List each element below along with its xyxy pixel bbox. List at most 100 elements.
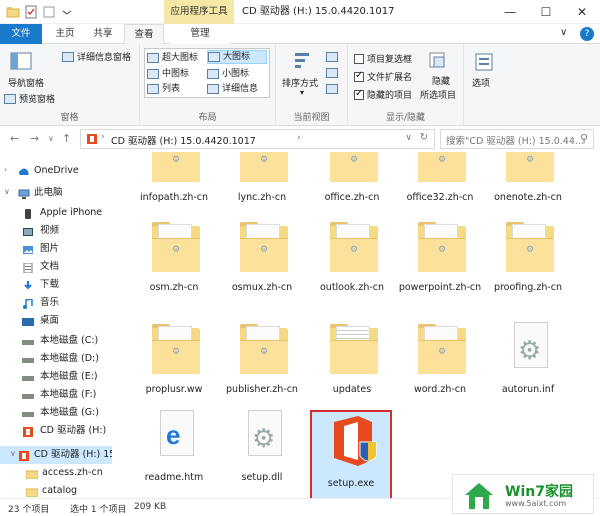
sidebar-item-cd-drive-h[interactable]: CD 驱动器 (H:) <box>0 422 112 440</box>
search-icon[interactable]: ⚲ <box>580 132 588 145</box>
file-item[interactable]: updates <box>308 322 396 416</box>
breadcrumb-end-chevron-icon[interactable]: › <box>297 133 301 143</box>
sidebar-item-disk-c[interactable]: 本地磁盘 (C:) <box>0 332 112 350</box>
size-columns-icon <box>326 84 338 94</box>
nav-pane-button[interactable]: 导航窗格 <box>6 76 46 89</box>
layout-details[interactable]: 详细信息 <box>207 82 267 96</box>
sidebar-item-pictures[interactable]: 图片 <box>0 240 112 258</box>
file-item[interactable]: setup.exe <box>310 410 392 498</box>
details-pane-button[interactable]: 详细信息窗格 <box>62 50 131 63</box>
sort-dropdown-icon[interactable]: ▾ <box>300 88 304 97</box>
file-item[interactable]: ⚙ powerpoint.zh-cn <box>396 220 484 314</box>
file-item[interactable]: ⚙ proofing.zh-cn <box>484 220 572 314</box>
ribbon-tabs: 文件 主页 共享 查看 管理 ∨ ? <box>0 24 600 45</box>
tab-manage[interactable]: 管理 <box>170 24 230 44</box>
options-button[interactable]: 选项 <box>472 76 490 89</box>
sidebar-item-onedrive[interactable]: OneDrive <box>0 162 112 180</box>
details-pane-label: 详细信息窗格 <box>77 53 132 63</box>
ribbon-collapse-icon[interactable]: ∨ <box>560 27 567 38</box>
quick-access-dropdown-icon[interactable] <box>60 5 74 19</box>
refresh-icon[interactable]: ↻ <box>420 132 428 143</box>
maximize-button[interactable]: ☐ <box>528 0 564 24</box>
file-item[interactable]: ⚙ outlook.zh-cn <box>308 220 396 314</box>
tab-view[interactable]: 查看 <box>124 24 164 45</box>
file-item[interactable]: ⚙ office32.zh-cn <box>396 152 484 224</box>
file-item[interactable]: ⚙ onenote.zh-cn <box>484 152 572 224</box>
up-arrow-icon[interactable]: ↑ <box>62 132 71 145</box>
add-columns-icon <box>326 68 338 78</box>
item-checkboxes-checkbox[interactable] <box>354 53 364 64</box>
layout-large[interactable]: 大图标 <box>207 50 267 64</box>
sidebar-item-access-zh-cn[interactable]: access.zh-cn <box>0 464 112 482</box>
hidden-items-checkbox[interactable] <box>354 88 364 100</box>
expand-chevron-icon[interactable]: › <box>4 165 7 174</box>
sidebar-item-disk-e[interactable]: 本地磁盘 (E:) <box>0 368 112 386</box>
sidebar-item-disk-f[interactable]: 本地磁盘 (F:) <box>0 386 112 404</box>
sidebar-item-disk-d[interactable]: 本地磁盘 (D:) <box>0 350 112 368</box>
layout-medium[interactable]: 中图标 <box>147 67 205 81</box>
sidebar-item-documents[interactable]: 文档 <box>0 258 112 276</box>
sidebar-item-disk-g[interactable]: 本地磁盘 (G:) <box>0 404 112 422</box>
file-item[interactable]: ⚙ setup.dll <box>218 410 306 498</box>
house-logo-icon <box>465 483 493 509</box>
file-ext-toggle[interactable]: 文件扩展名 <box>354 70 412 83</box>
watermark-url: www.5aixt.com <box>505 499 567 508</box>
hidden-items-toggle[interactable]: 隐藏的项目 <box>354 88 412 101</box>
cloud-icon <box>18 166 30 176</box>
file-item-label: proplusr.ww <box>145 384 203 395</box>
file-item[interactable]: ⚙ proplusr.ww <box>130 322 218 416</box>
address-dropdown-icon[interactable]: ∨ <box>405 133 412 143</box>
sidebar-item-apple-iphone[interactable]: Apple iPhone <box>0 204 112 222</box>
group-by-button[interactable] <box>326 52 341 62</box>
layout-list[interactable]: 列表 <box>147 82 205 96</box>
sidebar-item-music[interactable]: 音乐 <box>0 294 112 312</box>
file-item[interactable]: ⚙ publisher.zh-cn <box>218 322 306 416</box>
preview-pane-button[interactable]: 预览窗格 <box>4 92 55 105</box>
properties-icon[interactable] <box>24 5 38 19</box>
sort-icon <box>295 53 309 68</box>
drive-icon <box>22 336 34 346</box>
folder-icon: ⚙ <box>236 152 290 188</box>
sidebar-item-videos[interactable]: 视频 <box>0 222 112 240</box>
new-folder-icon[interactable] <box>42 5 56 19</box>
tab-file[interactable]: 文件 <box>0 24 42 44</box>
address-field[interactable]: › CD 驱动器 (H:) 15.0.4420.1017 › ∨ ↻ <box>80 129 435 149</box>
file-item[interactable]: ⚙ lync.zh-cn <box>218 152 306 224</box>
close-button[interactable]: ✕ <box>564 0 600 24</box>
sidebar-item-downloads[interactable]: 下载 <box>0 276 112 294</box>
add-columns-button[interactable] <box>326 68 341 78</box>
file-item[interactable]: ⚙ osm.zh-cn <box>130 220 218 314</box>
layout-small[interactable]: 小图标 <box>207 67 267 81</box>
minimize-button[interactable]: — <box>492 0 528 24</box>
file-item[interactable]: ⚙ autorun.inf <box>484 322 572 416</box>
back-arrow-icon[interactable]: ← <box>10 132 19 145</box>
layout-extra-large[interactable]: 超大图标 <box>147 51 205 65</box>
drive-icon <box>22 408 34 418</box>
expand-chevron-icon[interactable]: ∨ <box>4 187 10 196</box>
group-options: 选项 <box>464 44 504 126</box>
item-checkboxes-label: 项目复选框 <box>367 55 413 65</box>
video-icon <box>22 226 34 236</box>
size-columns-button[interactable] <box>326 84 341 94</box>
tab-share[interactable]: 共享 <box>86 24 120 44</box>
hide-selected-button[interactable]: 隐藏 <box>432 74 450 87</box>
file-item[interactable]: ⚙ office.zh-cn <box>308 152 396 224</box>
file-item[interactable]: ⚙ osmux.zh-cn <box>218 220 306 314</box>
breadcrumb-chevron-icon[interactable]: › <box>101 132 105 142</box>
file-item-label: autorun.inf <box>501 384 555 395</box>
file-item[interactable]: ⚙ infopath.zh-cn <box>130 152 218 224</box>
file-item[interactable]: e readme.htm <box>130 410 218 498</box>
item-checkboxes-toggle[interactable]: 项目复选框 <box>354 52 412 65</box>
search-input[interactable]: 搜索"CD 驱动器 (H:) 15.0.44... <box>440 129 594 149</box>
sidebar-item-desktop[interactable]: 桌面 <box>0 312 112 330</box>
sidebar-item-cd-drive-h-current[interactable]: CD 驱动器 (H:) 15 <box>0 446 112 464</box>
forward-arrow-icon[interactable]: → <box>30 132 39 145</box>
expand-chevron-icon[interactable]: ∨ <box>10 449 16 458</box>
sidebar-item-this-pc[interactable]: 此电脑 <box>0 184 112 202</box>
help-icon[interactable]: ? <box>580 27 594 41</box>
file-item[interactable]: ⚙ word.zh-cn <box>396 322 484 416</box>
file-ext-checkbox[interactable] <box>354 70 364 82</box>
tab-home[interactable]: 主页 <box>48 24 82 44</box>
recent-locations-icon[interactable]: ∨ <box>48 134 54 143</box>
address-path: CD 驱动器 (H:) 15.0.4420.1017 <box>111 136 256 147</box>
